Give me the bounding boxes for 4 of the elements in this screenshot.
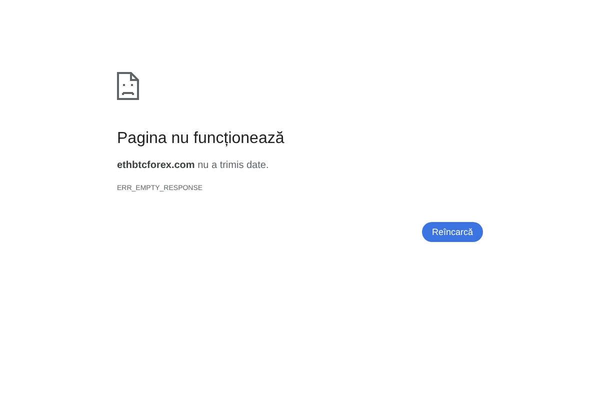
error-message: ethbtcforex.com nu a trimis date. [117, 160, 269, 171]
broken-page-icon [117, 72, 139, 100]
error-title: Pagina nu funcționează [117, 130, 284, 148]
reload-button[interactable]: Reîncarcă [422, 222, 483, 242]
